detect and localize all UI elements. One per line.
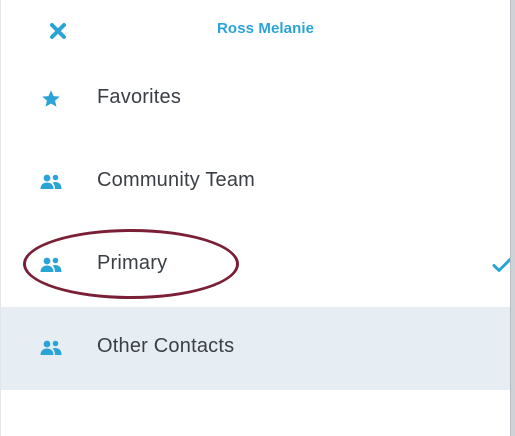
group-item-primary[interactable]: Primary (1, 224, 512, 307)
close-button[interactable] (43, 16, 73, 46)
group-item-favorites[interactable]: Favorites (1, 58, 511, 141)
contact-name-title: Ross Melanie (217, 20, 315, 37)
contact-groups-panel: Ross Melanie Favorites Community Team Pr… (0, 0, 512, 436)
group-label: Community Team (97, 169, 256, 191)
group-label: Primary (97, 252, 168, 274)
group-label: Other Contacts (97, 335, 235, 357)
scrollbar[interactable] (510, 0, 515, 436)
people-icon (38, 337, 64, 359)
panel-header: Ross Melanie (1, 0, 511, 58)
group-list: Favorites Community Team Primary Other C… (1, 58, 512, 390)
group-label: Favorites (97, 86, 182, 108)
people-icon (38, 171, 64, 193)
people-icon (38, 254, 64, 276)
group-item-community-team[interactable]: Community Team (1, 141, 511, 224)
close-icon (50, 23, 66, 39)
checkmark-icon (492, 258, 512, 272)
star-icon (38, 88, 64, 110)
group-item-other-contacts[interactable]: Other Contacts (1, 307, 511, 390)
